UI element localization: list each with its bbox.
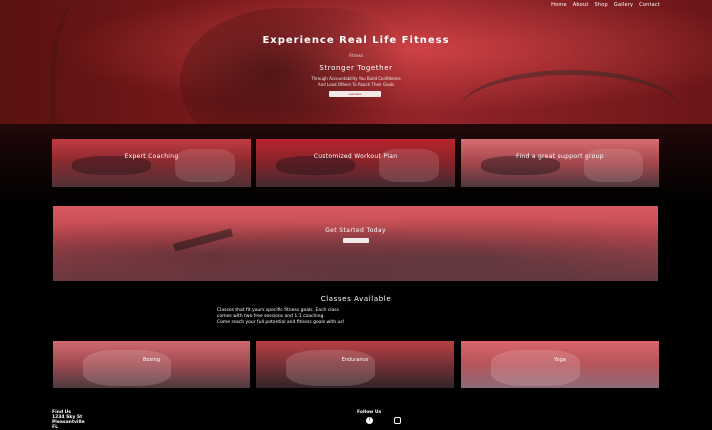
learn-more-button[interactable]: Learn More	[329, 91, 381, 97]
nav-home[interactable]: Home	[551, 2, 567, 8]
hero-tagline: Stronger Together	[319, 64, 393, 72]
class-card-image	[490, 350, 580, 386]
banner-title: Get Started Today	[325, 227, 386, 234]
facebook-icon[interactable]: f	[366, 417, 373, 424]
class-card-boxing[interactable]: Boxing	[53, 341, 250, 388]
hero-description-line2: And Lead Others To Reach Their Goals	[317, 81, 395, 87]
footer-address-line3: FL	[52, 425, 58, 430]
hero-subtitle: Fitness	[349, 53, 363, 58]
nav-shop[interactable]: Shop	[595, 2, 608, 8]
get-started-button[interactable]	[343, 238, 369, 243]
feature-card-support-group[interactable]: Find a great support group	[461, 139, 659, 187]
footer-follow-heading: Follow Us	[357, 410, 382, 415]
class-card-label: Yoga	[554, 357, 566, 363]
classes-description-line3: Come reach your full potential and fitne…	[217, 320, 345, 325]
hero-description: Through Accountability You Build Confide…	[0, 76, 712, 87]
class-card-yoga[interactable]: Yoga	[461, 341, 659, 388]
class-card-label: Endurance	[341, 357, 369, 363]
get-started-banner: Get Started Today	[53, 206, 658, 281]
class-card-image	[82, 350, 172, 386]
hero-image-rope	[50, 0, 130, 124]
class-card-image	[285, 350, 375, 386]
classes-description: Classes that fit yours specific fitness …	[217, 308, 507, 326]
footer-find-us: Find Us 1234 Sky St Pleasantville FL	[52, 410, 85, 430]
hero-title: Experience Real Life Fitness	[262, 35, 450, 46]
class-card-label: Boxing	[142, 357, 161, 363]
nav-contact[interactable]: Contact	[639, 2, 660, 8]
classes-title: Classes Available	[320, 295, 392, 303]
feature-card-workout-plan[interactable]: Customized Workout Plan	[256, 139, 455, 187]
feature-card-label: Expert Coaching	[124, 153, 179, 160]
hero-section: Home About Shop Gallery Contact Experien…	[0, 0, 712, 124]
feature-card-label: Find a great support group	[516, 153, 604, 160]
nav-gallery[interactable]: Gallery	[614, 2, 633, 8]
class-card-endurance[interactable]: Endurance	[256, 341, 454, 388]
nav-about[interactable]: About	[573, 2, 589, 8]
feature-card-label: Customized Workout Plan	[313, 153, 398, 160]
feature-card-coaching[interactable]: Expert Coaching	[52, 139, 251, 187]
instagram-icon[interactable]	[394, 417, 401, 424]
top-nav: Home About Shop Gallery Contact	[551, 2, 660, 8]
